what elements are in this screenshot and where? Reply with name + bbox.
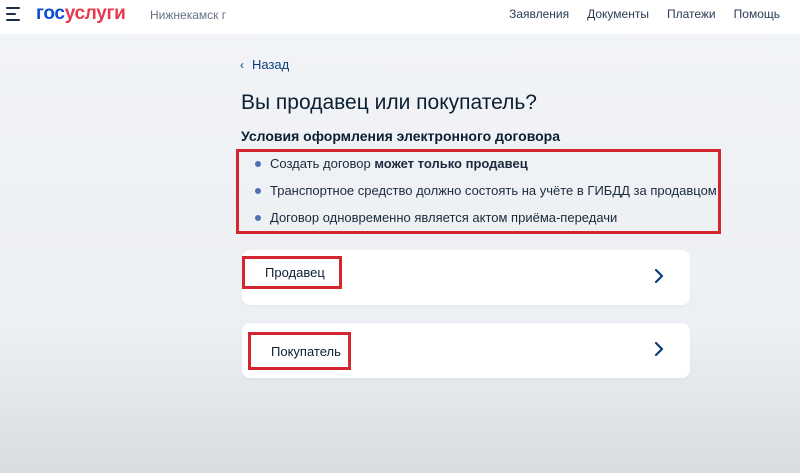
- condition-text: Договор одновременно является актом приё…: [270, 210, 618, 225]
- condition-text-plain: Создать договор: [270, 156, 375, 171]
- option-buyer-button[interactable]: Покупатель: [242, 323, 690, 378]
- nav-applications-link[interactable]: Заявления: [509, 7, 569, 21]
- option-seller-label: Продавец: [265, 265, 325, 280]
- back-link[interactable]: ‹ Назад: [240, 57, 289, 72]
- condition-item: Транспортное средство должно состоять на…: [255, 183, 717, 198]
- option-buyer-highlight: Покупатель: [248, 332, 351, 370]
- logo-part-uslugi: услуги: [64, 3, 126, 24]
- option-seller-button[interactable]: Продавец: [242, 250, 690, 305]
- bullet-dot-icon: [255, 187, 261, 194]
- chevron-right-icon: [654, 342, 664, 356]
- option-buyer-label: Покупатель: [271, 343, 341, 359]
- top-nav: Заявления Документы Платежи Помощь: [509, 7, 780, 21]
- nav-documents-link[interactable]: Документы: [587, 7, 649, 21]
- bullet-dot-icon: [255, 160, 261, 167]
- condition-item: Создать договор может только продавец: [255, 156, 528, 171]
- bullet-dot-icon: [255, 214, 261, 221]
- conditions-list-highlight: Создать договор может только продавец Тр…: [236, 149, 721, 234]
- chevron-left-icon: ‹: [240, 57, 244, 72]
- chevron-right-icon: [654, 269, 664, 283]
- condition-text: Транспортное средство должно состоять на…: [270, 183, 717, 198]
- logo-part-gos: гос: [36, 3, 65, 24]
- back-label: Назад: [252, 57, 290, 72]
- condition-text: Создать договор может только продавец: [270, 156, 528, 171]
- nav-payments-link[interactable]: Платежи: [667, 7, 716, 21]
- condition-text-bold: может только продавец: [374, 156, 528, 171]
- nav-help-link[interactable]: Помощь: [734, 7, 780, 21]
- conditions-subtitle: Условия оформления электронного договора: [241, 128, 560, 144]
- page-title: Вы продавец или покупатель?: [241, 91, 537, 114]
- hamburger-menu-icon[interactable]: [6, 7, 22, 21]
- top-header: госуслуги Нижнекамск г Заявления Докумен…: [0, 0, 800, 34]
- condition-item: Договор одновременно является актом приё…: [255, 210, 617, 225]
- city-selector[interactable]: Нижнекамск г: [150, 8, 226, 22]
- option-seller-highlight: Продавец: [242, 256, 342, 289]
- gosuslugi-logo[interactable]: госуслуги: [36, 3, 126, 25]
